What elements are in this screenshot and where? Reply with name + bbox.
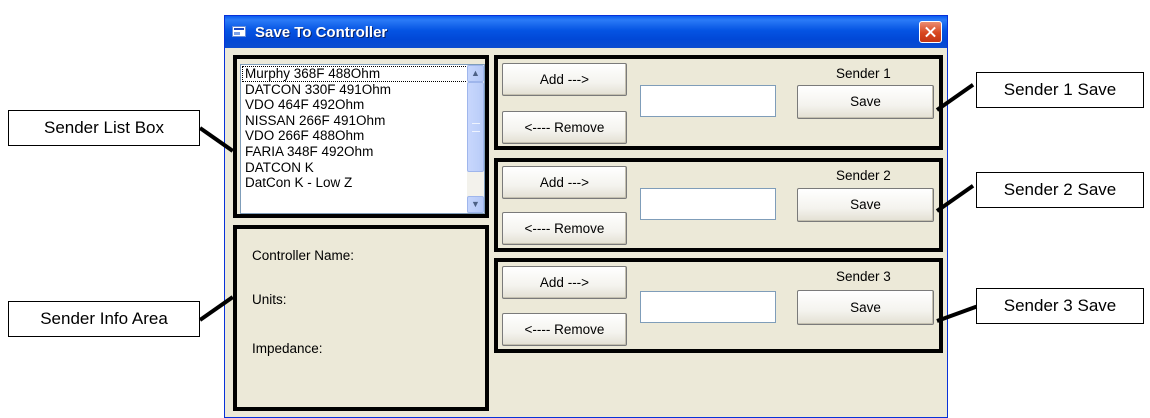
callout-sender-3-save: Sender 3 Save xyxy=(976,288,1144,324)
sender-list-box-highlight xyxy=(233,55,489,218)
app-window-icon xyxy=(232,26,246,37)
sender-3-label: Sender 3 xyxy=(836,269,891,284)
callout-sender-list-box: Sender List Box xyxy=(8,110,200,146)
sender-3-name-field[interactable] xyxy=(640,291,776,323)
sender-2-label: Sender 2 xyxy=(836,168,891,183)
units-label: Units: xyxy=(252,292,287,307)
sender-1-remove-button[interactable]: <---- Remove xyxy=(502,111,627,144)
title-bar[interactable]: Save To Controller xyxy=(225,16,947,48)
callout-sender-2-save: Sender 2 Save xyxy=(976,172,1144,208)
sender-3-remove-button[interactable]: <---- Remove xyxy=(502,313,627,346)
sender-1-save-button[interactable]: Save xyxy=(797,85,934,119)
sender-1-add-button[interactable]: Add ---> xyxy=(502,63,627,96)
sender-1-name-field[interactable] xyxy=(640,85,776,117)
sender-3-save-button[interactable]: Save xyxy=(797,290,934,325)
sender-1-label: Sender 1 xyxy=(836,66,891,81)
sender-2-save-button[interactable]: Save xyxy=(797,188,934,222)
sender-2-remove-button[interactable]: <---- Remove xyxy=(502,212,627,245)
callout-sender-1-save: Sender 1 Save xyxy=(976,72,1144,108)
controller-name-label: Controller Name: xyxy=(252,248,355,263)
close-icon[interactable] xyxy=(919,21,942,43)
window-title: Save To Controller xyxy=(255,24,388,41)
sender-3-add-button[interactable]: Add ---> xyxy=(502,266,627,299)
sender-2-name-field[interactable] xyxy=(640,188,776,220)
sender-2-add-button[interactable]: Add ---> xyxy=(502,166,627,199)
impedance-label: Impedance: xyxy=(252,341,323,356)
callout-sender-info-area: Sender Info Area xyxy=(8,301,200,337)
